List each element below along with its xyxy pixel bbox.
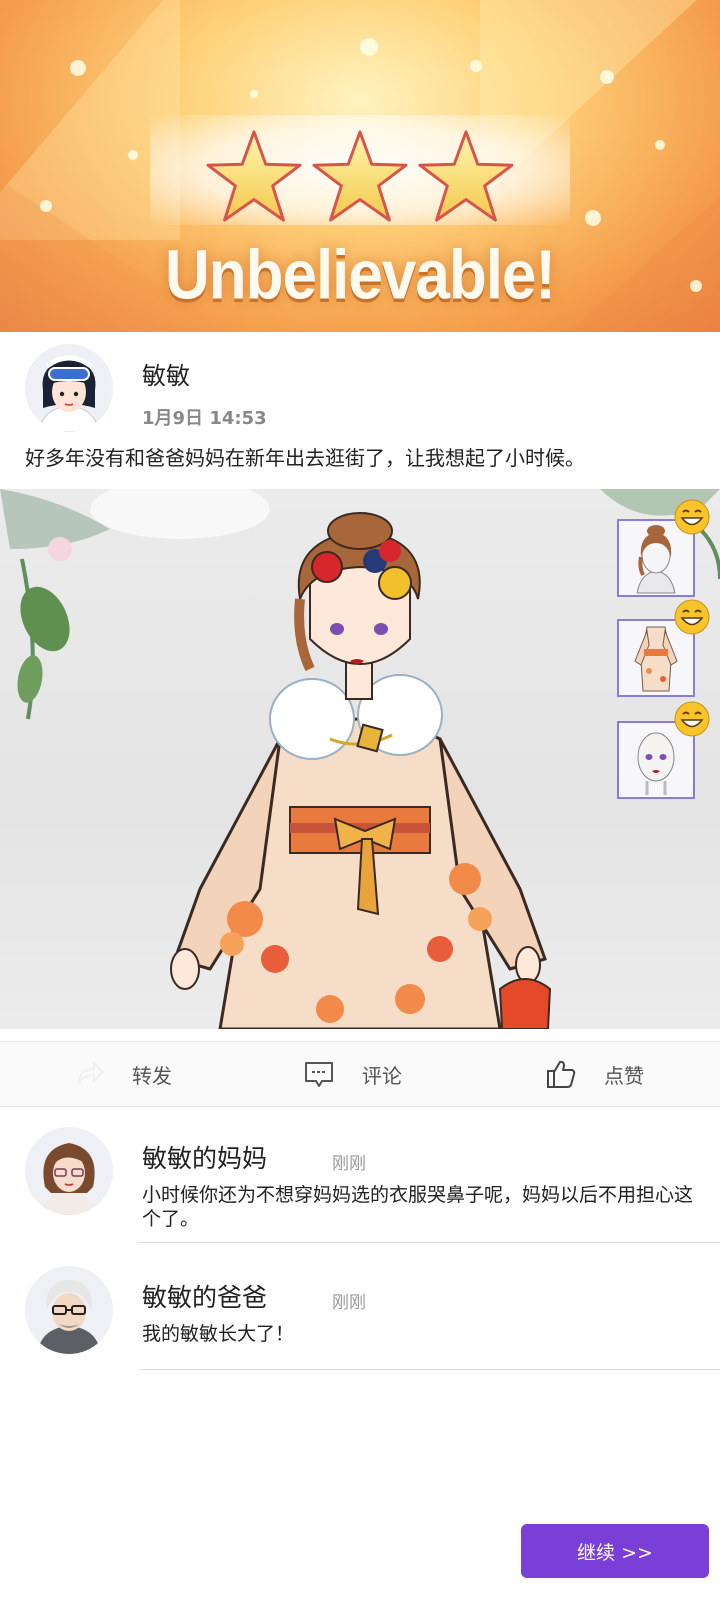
sparkle (655, 140, 665, 150)
rating-title: Unbelievable! (164, 236, 556, 315)
commenter-avatar[interactable] (25, 1127, 113, 1215)
like-label: 点赞 (604, 1063, 644, 1088)
share-icon (72, 1057, 106, 1091)
sparkle (600, 70, 614, 84)
sparkle (40, 200, 52, 212)
star-icon (311, 128, 409, 228)
star-icon (417, 128, 515, 228)
comment-text: 小时候你还为不想穿妈妈选的衣服哭鼻子呢，妈妈以后不用担心这个了。 (142, 1184, 694, 1230)
commenter-avatar[interactable] (25, 1266, 113, 1354)
dressed-character-illustration (0, 489, 720, 1029)
continue-button[interactable]: 继续 >> (521, 1524, 709, 1578)
comment-label: 评论 (362, 1063, 402, 1088)
comment-divider (139, 1242, 720, 1243)
sparkle (70, 60, 86, 76)
commenter-name: 敏敏的爸爸 (142, 1283, 268, 1312)
post-photo (0, 489, 720, 1029)
sparkle (360, 38, 378, 56)
comment-text: 我的敏敏长大了！ (142, 1323, 295, 1345)
post-timestamp: 1月9日 14:53 (142, 408, 267, 429)
commenter-name: 敏敏的妈妈 (142, 1144, 268, 1173)
comment-button[interactable]: 评论 (302, 1042, 402, 1106)
poster-name: 敏敏 (142, 362, 190, 390)
share-label: 转发 (132, 1063, 172, 1088)
post-action-bar: 转发 评论 点赞 (0, 1041, 720, 1107)
like-button[interactable]: 点赞 (544, 1042, 644, 1106)
star-icon (205, 128, 303, 228)
thumbs-up-icon (544, 1057, 578, 1091)
star-rating (205, 128, 515, 228)
comment-timestamp: 刚刚 (332, 1154, 366, 1174)
comment-divider (139, 1369, 720, 1370)
sparkle (585, 210, 601, 226)
post-header: 敏敏 1月9日 14:53 好多年没有和爸爸妈妈在新年出去逛街了，让我想起了小时… (0, 332, 720, 487)
laughing-emoji-icon (674, 599, 710, 635)
share-button[interactable]: 转发 (72, 1042, 172, 1106)
sparkle (128, 150, 138, 160)
laughing-emoji-icon (674, 499, 710, 535)
comment-timestamp: 刚刚 (332, 1293, 366, 1313)
laughing-emoji-icon (674, 701, 710, 737)
post-text: 好多年没有和爸爸妈妈在新年出去逛街了，让我想起了小时候。 (25, 446, 585, 470)
comment-icon (302, 1057, 336, 1091)
poster-avatar[interactable] (25, 344, 113, 432)
rating-banner: Unbelievable! (0, 0, 720, 332)
sparkle (470, 60, 482, 72)
sparkle (250, 90, 258, 98)
